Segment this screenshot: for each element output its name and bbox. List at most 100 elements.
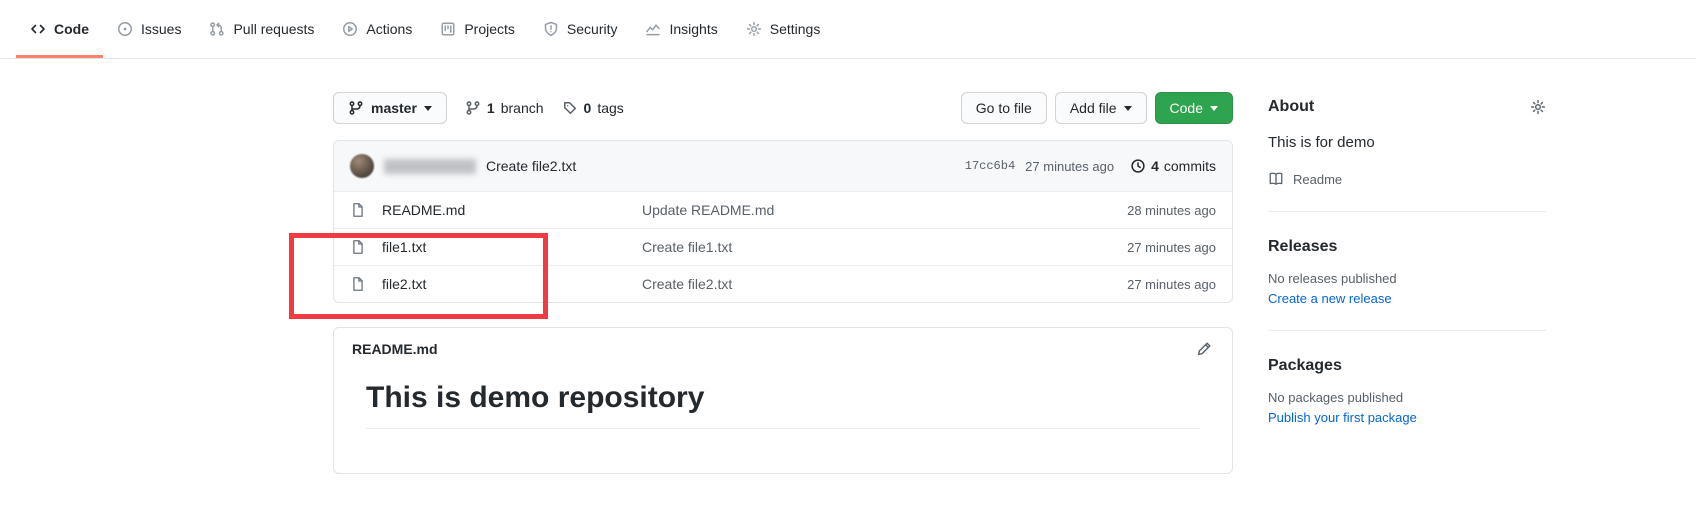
file-row-readme: README.md Update README.md 28 minutes ag… — [334, 191, 1232, 228]
file-commit-time: 27 minutes ago — [1076, 277, 1216, 292]
repo-nav: Code Issues Pull requests Actions Projec… — [0, 0, 1696, 59]
packages-title: Packages — [1268, 357, 1546, 375]
readme-body: This is demo repository — [334, 361, 1232, 463]
tab-label: Pull requests — [233, 21, 314, 37]
commit-message-link[interactable]: Create file2.txt — [486, 158, 576, 174]
file-commit-message-link[interactable]: Update README.md — [642, 202, 1076, 218]
tab-label: Issues — [141, 21, 181, 37]
tab-label: Actions — [366, 21, 412, 37]
releases-title: Releases — [1268, 238, 1546, 256]
edit-pencil-icon[interactable] — [1196, 341, 1212, 357]
book-icon — [1268, 171, 1284, 187]
tab-actions[interactable]: Actions — [328, 0, 426, 58]
code-download-button[interactable]: Code — [1155, 92, 1233, 124]
file-commit-time: 27 minutes ago — [1076, 240, 1216, 255]
tab-label: Security — [567, 21, 618, 37]
file-name-link[interactable]: README.md — [382, 202, 642, 218]
commits-label: commits — [1164, 158, 1216, 174]
tag-icon — [562, 100, 578, 116]
about-sidebar: About This is for demo Readme Releases N… — [1268, 92, 1546, 474]
file-commit-message-link[interactable]: Create file2.txt — [642, 276, 1076, 292]
caret-down-icon — [1124, 106, 1132, 111]
branch-toolbar: master 1 branch 0 tags — [333, 92, 1233, 124]
code-button-label: Code — [1170, 100, 1203, 116]
branch-name: master — [371, 100, 417, 116]
file-name-link[interactable]: file1.txt — [382, 239, 642, 255]
repo-description: This is for demo — [1268, 134, 1546, 151]
commits-count: 4 — [1151, 158, 1159, 174]
tab-label: Projects — [464, 21, 515, 37]
caret-down-icon — [1210, 106, 1218, 111]
tab-issues[interactable]: Issues — [103, 0, 195, 58]
tag-count-label: tags — [597, 100, 623, 116]
commit-time: 27 minutes ago — [1025, 159, 1114, 174]
tab-insights[interactable]: Insights — [631, 0, 731, 58]
commit-author-name-redacted[interactable] — [384, 159, 476, 174]
tab-projects[interactable]: Projects — [426, 0, 529, 58]
branch-selector-button[interactable]: master — [333, 92, 447, 124]
commit-history-link[interactable]: 4 commits — [1130, 158, 1216, 174]
page-body: master 1 branch 0 tags — [333, 59, 1696, 474]
commit-meta: 17cc6b4 27 minutes ago 4 commits — [965, 158, 1216, 174]
git-branch-icon — [348, 100, 364, 116]
tab-code[interactable]: Code — [16, 0, 103, 58]
file-icon — [350, 276, 366, 292]
file-row-file1: file1.txt Create file1.txt 27 minutes ag… — [334, 228, 1232, 265]
git-branch-icon — [465, 100, 481, 116]
project-board-icon — [440, 21, 456, 37]
branch-count-label: branch — [501, 100, 544, 116]
history-clock-icon — [1130, 158, 1146, 174]
files-card: Create file2.txt 17cc6b4 27 minutes ago … — [333, 140, 1233, 303]
packages-empty-text: No packages published — [1268, 390, 1546, 405]
create-release-link[interactable]: Create a new release — [1268, 291, 1392, 306]
play-icon — [342, 21, 358, 37]
tab-security[interactable]: Security — [529, 0, 632, 58]
readme-card: README.md This is demo repository — [333, 327, 1233, 474]
releases-empty-text: No releases published — [1268, 271, 1546, 286]
readme-filename: README.md — [352, 341, 438, 357]
issue-opened-icon — [117, 21, 133, 37]
gear-icon — [746, 21, 762, 37]
code-icon — [30, 21, 46, 37]
go-to-file-label: Go to file — [976, 100, 1032, 116]
file-commit-message-link[interactable]: Create file1.txt — [642, 239, 1076, 255]
file-icon — [350, 239, 366, 255]
commit-sha-link[interactable]: 17cc6b4 — [965, 159, 1015, 173]
file-icon — [350, 202, 366, 218]
readme-header: README.md — [334, 328, 1232, 361]
file-commit-time: 28 minutes ago — [1076, 203, 1216, 218]
go-to-file-button[interactable]: Go to file — [961, 92, 1047, 124]
packages-section: Packages No packages published Publish y… — [1268, 357, 1546, 425]
graph-icon — [645, 21, 661, 37]
gear-icon[interactable] — [1530, 99, 1546, 115]
add-file-button[interactable]: Add file — [1055, 92, 1147, 124]
publish-package-link[interactable]: Publish your first package — [1268, 410, 1417, 425]
branch-count-link[interactable]: 1 branch — [465, 100, 544, 116]
latest-commit-bar: Create file2.txt 17cc6b4 27 minutes ago … — [334, 141, 1232, 191]
tag-count: 0 — [584, 100, 592, 116]
about-title: About — [1268, 98, 1314, 116]
shield-icon — [543, 21, 559, 37]
tab-pull-requests[interactable]: Pull requests — [195, 0, 328, 58]
tab-label: Settings — [770, 21, 821, 37]
about-header: About — [1268, 98, 1546, 116]
tab-label: Insights — [669, 21, 717, 37]
branch-count: 1 — [487, 100, 495, 116]
sidebar-divider — [1268, 211, 1546, 212]
tab-label: Code — [54, 21, 89, 37]
tab-settings[interactable]: Settings — [732, 0, 835, 58]
commit-author-avatar[interactable] — [350, 154, 374, 178]
readme-anchor-link[interactable]: Readme — [1268, 171, 1546, 187]
sidebar-divider — [1268, 330, 1546, 331]
repo-content: master 1 branch 0 tags — [333, 92, 1233, 474]
readme-link-label: Readme — [1293, 172, 1342, 187]
file-row-file2: file2.txt Create file2.txt 27 minutes ag… — [334, 265, 1232, 302]
caret-down-icon — [424, 106, 432, 111]
releases-section: Releases No releases published Create a … — [1268, 238, 1546, 306]
toolbar-actions: Go to file Add file Code — [961, 92, 1233, 124]
tag-count-link[interactable]: 0 tags — [562, 100, 624, 116]
readme-heading: This is demo repository — [366, 365, 1200, 429]
add-file-label: Add file — [1070, 100, 1117, 116]
file-name-link[interactable]: file2.txt — [382, 276, 642, 292]
pull-request-icon — [209, 21, 225, 37]
